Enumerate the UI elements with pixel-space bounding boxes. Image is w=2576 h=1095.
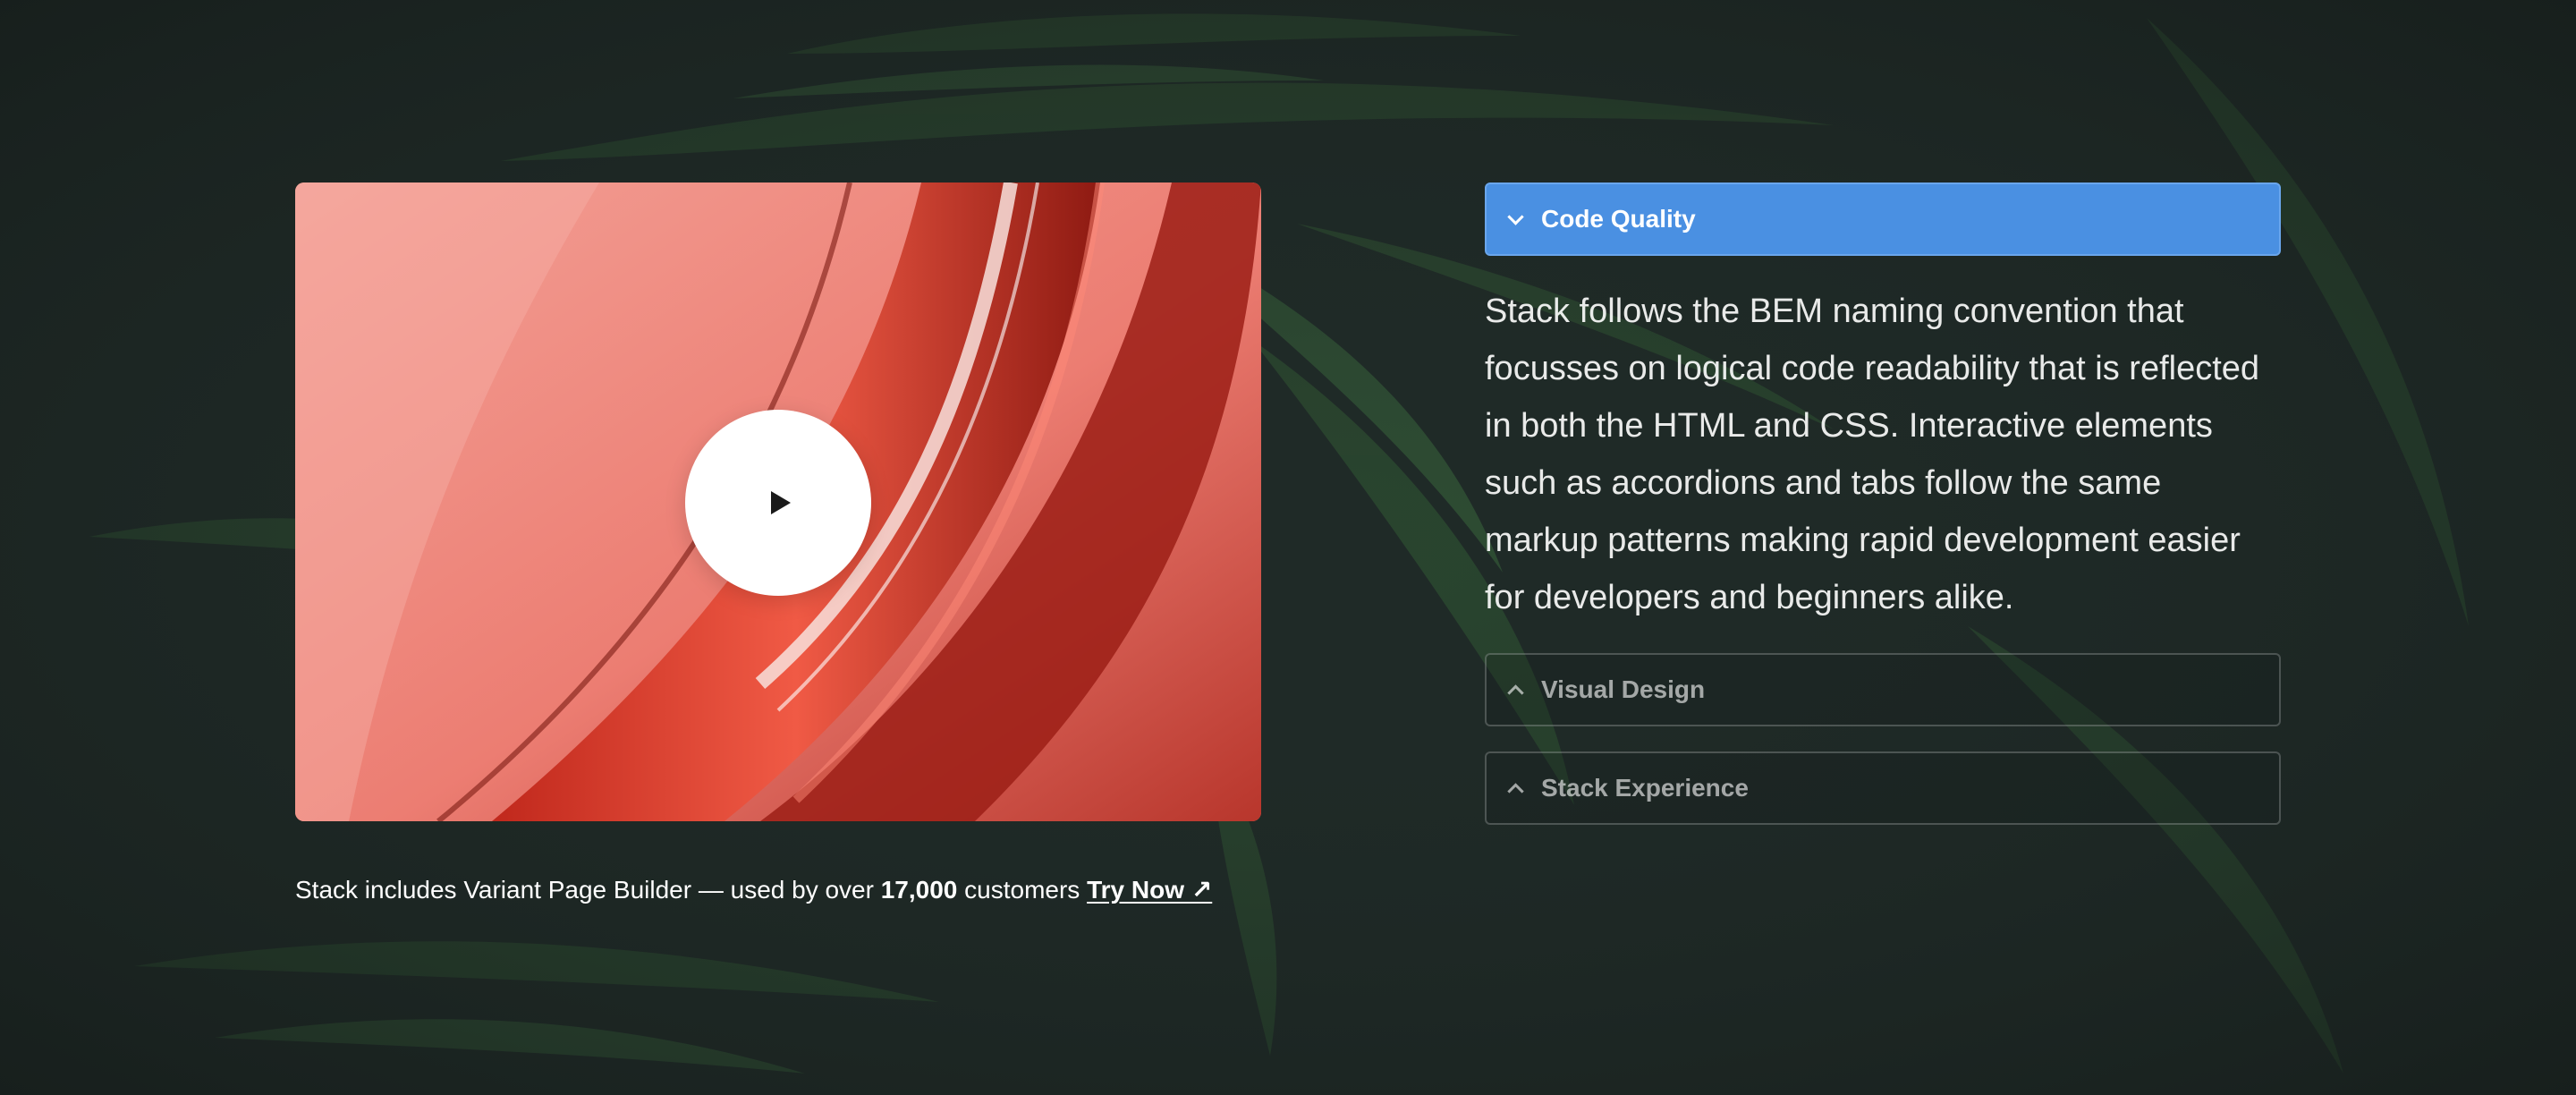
accordion-title: Code Quality bbox=[1541, 205, 1696, 233]
page: Stack includes Variant Page Builder — us… bbox=[0, 0, 2576, 1095]
accordion-item-stack-experience[interactable]: Stack Experience bbox=[1485, 751, 2281, 825]
caption-suffix: customers bbox=[964, 876, 1080, 904]
play-button[interactable] bbox=[685, 410, 871, 596]
accordion: Code Quality Stack follows the BEM namin… bbox=[1485, 182, 2281, 825]
caption-prefix: Stack includes Variant Page Builder — us… bbox=[295, 876, 874, 904]
chevron-down-icon bbox=[1507, 208, 1524, 225]
accordion-content: Stack follows the BEM naming convention … bbox=[1485, 293, 2260, 616]
caption: Stack includes Variant Page Builder — us… bbox=[295, 875, 1212, 904]
video-thumbnail[interactable] bbox=[295, 182, 1261, 821]
customer-count: 17,000 bbox=[880, 876, 958, 904]
try-now-link[interactable]: Try Now ↗ bbox=[1087, 876, 1212, 904]
chevron-up-icon bbox=[1507, 782, 1524, 800]
play-icon bbox=[771, 491, 791, 514]
chevron-up-icon bbox=[1507, 683, 1524, 701]
accordion-title: Stack Experience bbox=[1541, 774, 1749, 802]
accordion-item-visual-design[interactable]: Visual Design bbox=[1485, 653, 2281, 726]
accordion-spacer bbox=[1485, 726, 2281, 751]
accordion-title: Visual Design bbox=[1541, 675, 1706, 703]
accordion-item-code-quality[interactable]: Code Quality bbox=[1485, 182, 2281, 256]
